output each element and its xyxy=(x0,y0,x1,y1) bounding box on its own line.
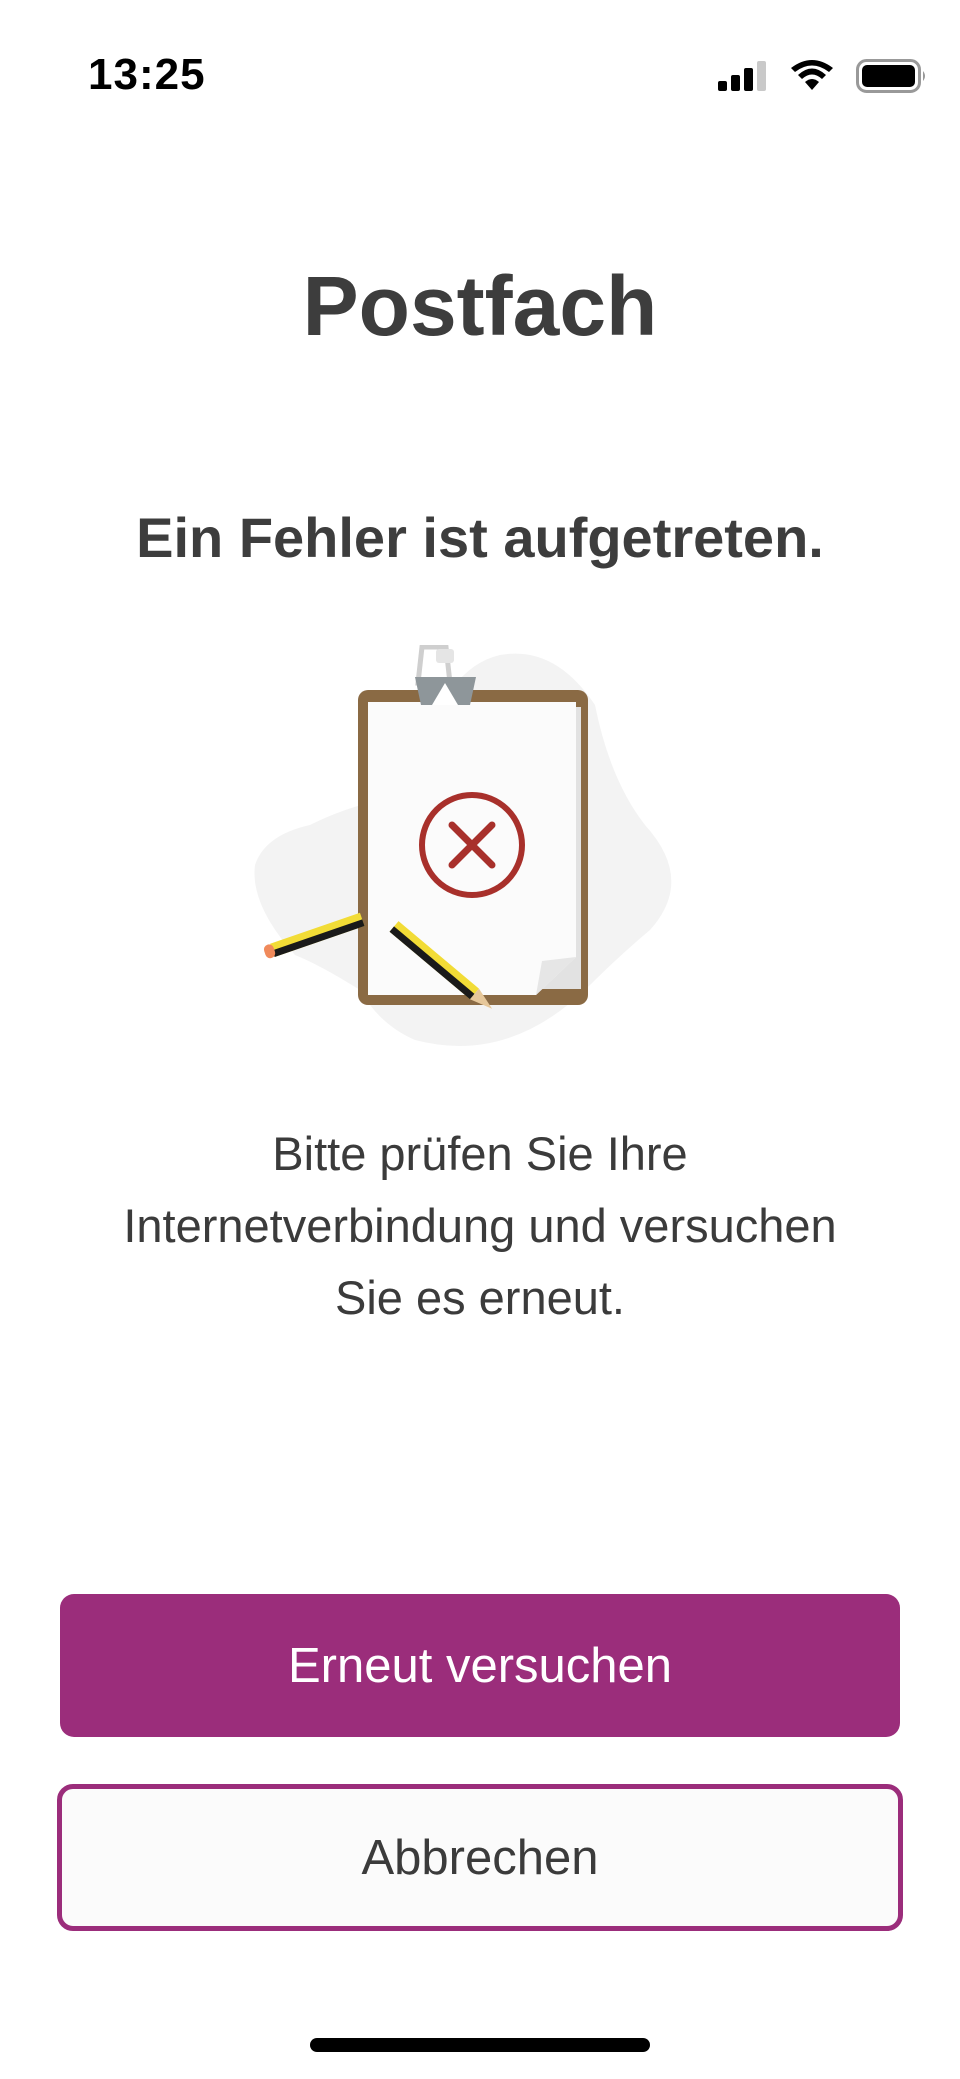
error-heading: Ein Fehler ist aufgetreten. xyxy=(136,506,824,569)
page-title: Postfach xyxy=(302,259,658,353)
clipboard-error-icon xyxy=(254,645,672,1046)
retry-button[interactable]: Erneut versuchen xyxy=(60,1594,900,1737)
error-message: Bitte prüfen Sie Ihre Internetverbindung… xyxy=(80,1118,880,1334)
wifi-icon xyxy=(791,60,833,90)
message-line: Sie es erneut. xyxy=(334,1271,625,1324)
battery-icon xyxy=(856,59,925,93)
home-indicator[interactable] xyxy=(310,2038,650,2052)
status-time: 13:25 xyxy=(88,50,206,99)
message-line: Bitte prüfen Sie Ihre xyxy=(272,1127,688,1180)
cellular-signal-icon xyxy=(718,61,766,91)
screen: 13:25 Postfach Ein Fehler ist aufgetrete… xyxy=(0,0,960,2079)
status-icons xyxy=(718,56,928,96)
cancel-button[interactable]: Abbrechen xyxy=(57,1784,903,1931)
message-line: Internetverbindung und versuchen xyxy=(123,1199,837,1252)
